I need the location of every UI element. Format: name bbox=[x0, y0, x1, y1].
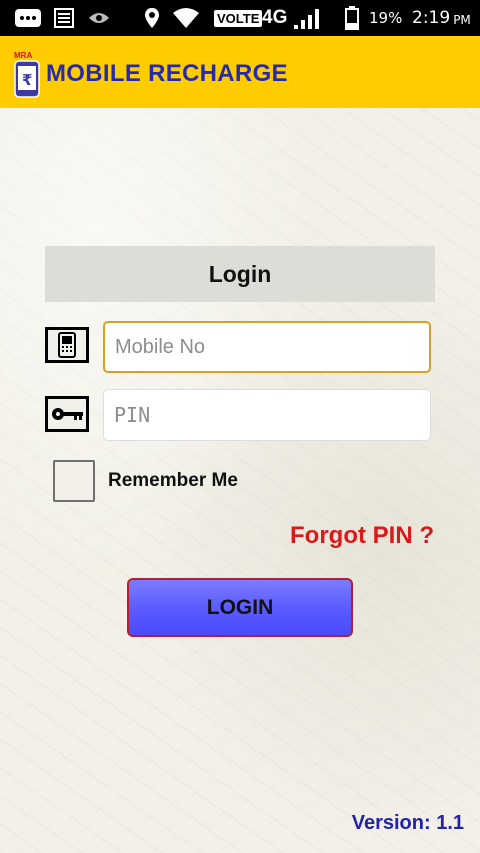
remember-me-label: Remember Me bbox=[108, 470, 238, 491]
app-title: MOBILE RECHARGE bbox=[46, 60, 288, 87]
login-title-bar: Login bbox=[45, 246, 435, 302]
svg-text:₹: ₹ bbox=[22, 71, 32, 89]
mobile-phone-icon bbox=[45, 327, 89, 363]
clock: 2:19 PM bbox=[412, 8, 471, 28]
message-icon bbox=[14, 0, 42, 36]
login-title: Login bbox=[208, 260, 272, 287]
status-bar: VOLTE 4G 19% 2:19 PM bbox=[0, 0, 480, 36]
logo-text: MRA bbox=[14, 51, 32, 60]
battery-icon bbox=[345, 0, 359, 36]
location-icon bbox=[144, 0, 160, 36]
wifi-icon bbox=[172, 0, 200, 36]
forgot-pin-link[interactable]: Forgot PIN ? bbox=[290, 522, 434, 550]
volte-label: VOLTE bbox=[214, 0, 263, 36]
notes-icon bbox=[54, 0, 74, 36]
network-type: 4G bbox=[262, 7, 288, 28]
key-icon bbox=[45, 396, 89, 432]
login-button[interactable]: LOGIN bbox=[127, 578, 353, 637]
app-logo-icon: MRA ₹ bbox=[12, 50, 42, 98]
version-label: Version: 1.1 bbox=[351, 812, 464, 834]
signal-icon bbox=[292, 0, 322, 36]
battery-percent: 19% bbox=[369, 9, 403, 27]
app-header: MRA ₹ MOBILE RECHARGE bbox=[0, 36, 480, 108]
eye-icon bbox=[88, 0, 110, 36]
remember-me-checkbox[interactable] bbox=[53, 460, 95, 502]
mobile-number-input[interactable] bbox=[103, 321, 431, 373]
login-button-label: LOGIN bbox=[206, 595, 274, 619]
pin-input[interactable] bbox=[103, 389, 431, 441]
